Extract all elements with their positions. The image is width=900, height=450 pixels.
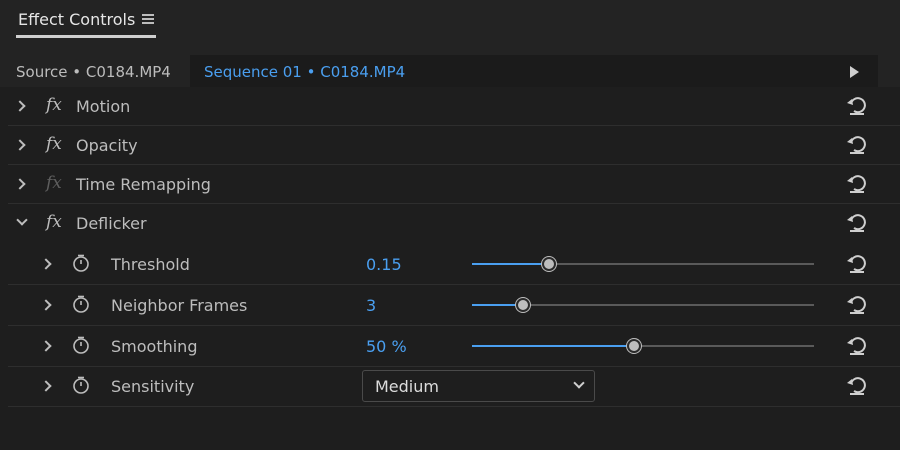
param-value[interactable]: 0.15 (366, 255, 402, 274)
effect-row-opacity[interactable]: fx Opacity (8, 126, 900, 165)
reset-icon[interactable] (846, 294, 868, 316)
expand-chevron-icon[interactable] (40, 299, 52, 311)
tab-sequence-clip[interactable]: Sequence 01 • C0184.MP4 (204, 63, 405, 81)
fx-icon[interactable]: fx (46, 212, 62, 232)
param-slider[interactable] (472, 298, 814, 312)
param-row-neighbor-frames: Neighbor Frames 3 (8, 285, 900, 326)
reset-icon[interactable] (846, 335, 868, 357)
effect-row-time-remapping[interactable]: fx Time Remapping (8, 165, 900, 204)
stopwatch-icon[interactable] (72, 336, 90, 354)
effect-label: Time Remapping (76, 175, 211, 194)
reset-icon[interactable] (846, 134, 868, 156)
param-slider[interactable] (472, 339, 814, 353)
expand-chevron-icon[interactable] (40, 258, 52, 270)
fx-disabled-icon[interactable]: fx (46, 173, 62, 193)
param-row-smoothing: Smoothing 50 % (8, 326, 900, 367)
play-triangle-icon[interactable] (850, 66, 859, 78)
param-label: Smoothing (111, 337, 198, 356)
effect-label: Deflicker (76, 214, 147, 233)
expand-chevron-icon[interactable] (40, 340, 52, 352)
dropdown-value: Medium (375, 377, 439, 396)
panel-title[interactable]: Effect Controls (18, 10, 135, 29)
slider-knob[interactable] (627, 339, 641, 353)
param-label: Sensitivity (111, 377, 195, 396)
clip-tabs: Source • C0184.MP4 Sequence 01 • C0184.M… (0, 55, 900, 87)
panel-menu-icon[interactable] (142, 12, 156, 26)
slider-knob[interactable] (516, 298, 530, 312)
stopwatch-icon[interactable] (72, 295, 90, 313)
effect-row-deflicker[interactable]: fx Deflicker (8, 204, 900, 243)
fx-icon[interactable]: fx (46, 95, 62, 115)
collapse-chevron-icon[interactable] (16, 214, 28, 226)
chevron-down-icon (573, 377, 585, 389)
panel-header: Effect Controls (0, 0, 900, 48)
fx-icon[interactable]: fx (46, 134, 62, 154)
slider-knob[interactable] (542, 257, 556, 271)
reset-icon[interactable] (846, 375, 868, 397)
param-label: Neighbor Frames (111, 296, 248, 315)
effect-label: Motion (76, 97, 131, 116)
reset-icon[interactable] (846, 253, 868, 275)
slider-fill (472, 263, 549, 265)
expand-chevron-icon[interactable] (14, 100, 26, 112)
expand-chevron-icon[interactable] (14, 178, 26, 190)
expand-chevron-icon[interactable] (40, 380, 52, 392)
reset-icon[interactable] (846, 173, 868, 195)
stopwatch-icon[interactable] (72, 254, 90, 272)
param-slider[interactable] (472, 257, 814, 271)
expand-chevron-icon[interactable] (14, 139, 26, 151)
param-value[interactable]: 3 (366, 296, 376, 315)
stopwatch-icon[interactable] (72, 376, 90, 394)
active-panel-indicator (16, 35, 156, 38)
tab-source-clip[interactable]: Source • C0184.MP4 (16, 63, 171, 81)
param-value[interactable]: 50 % (366, 337, 407, 356)
slider-fill (472, 345, 634, 347)
reset-icon[interactable] (846, 212, 868, 234)
sensitivity-dropdown[interactable]: Medium (362, 370, 595, 402)
param-row-threshold: Threshold 0.15 (8, 244, 900, 285)
effect-label: Opacity (76, 136, 138, 155)
param-label: Threshold (111, 255, 190, 274)
reset-icon[interactable] (846, 95, 868, 117)
param-row-sensitivity: Sensitivity Medium (8, 367, 900, 407)
effects-list: fx Motion fx Opacity fx Time Remapping f… (0, 87, 900, 450)
effect-row-motion[interactable]: fx Motion (8, 87, 900, 126)
